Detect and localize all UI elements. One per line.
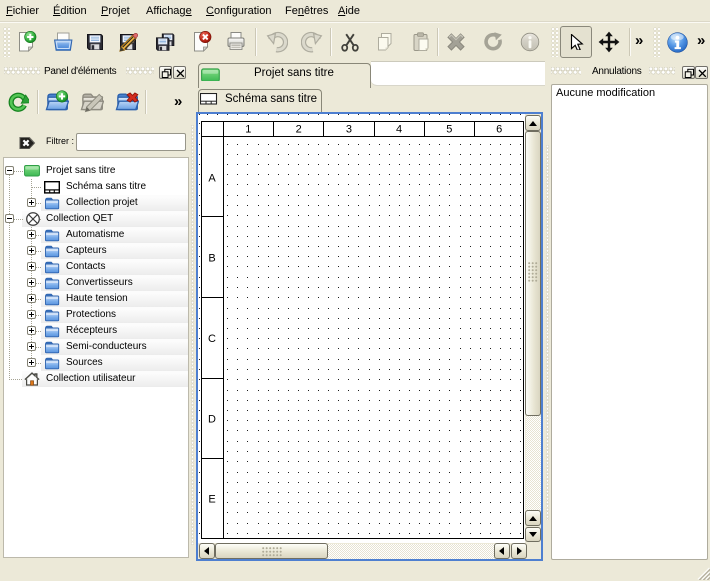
svg-text:B: B	[208, 253, 215, 265]
svg-text:5: 5	[446, 124, 452, 136]
svg-text:D: D	[208, 413, 216, 425]
svg-text:2: 2	[296, 124, 302, 136]
svg-text:3: 3	[346, 124, 352, 136]
svg-text:E: E	[208, 494, 215, 506]
svg-text:4: 4	[396, 124, 402, 136]
svg-text:1: 1	[245, 124, 251, 136]
svg-text:A: A	[208, 173, 216, 185]
svg-text:6: 6	[496, 124, 502, 136]
svg-text:C: C	[208, 333, 216, 345]
